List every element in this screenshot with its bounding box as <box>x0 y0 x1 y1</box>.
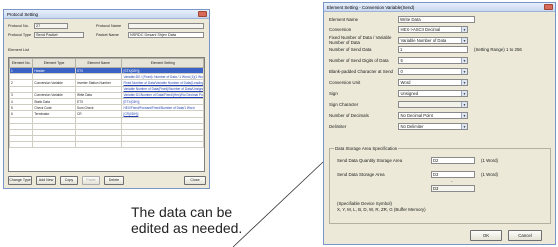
element-setting-link[interactable]: Variable:D0 / (Fixed): Number of Data / … <box>121 73 204 81</box>
column-header[interactable]: Element Type <box>32 58 76 68</box>
send-digits-value: 5 <box>400 58 403 63</box>
protocol-name-field <box>128 23 204 29</box>
sign-label: Sign <box>329 91 338 96</box>
send-qty-label: Send Data Quantity Storage Area <box>337 158 403 163</box>
conversion-select[interactable]: HEX->ASCII Decimal ▼ <box>398 26 468 33</box>
chevron-down-icon[interactable]: ▼ <box>461 102 467 107</box>
element-list-grid[interactable]: Element No. Element Type Element Name El… <box>8 57 205 172</box>
setting-range-text: (Setting Range) 1 to 256 <box>474 47 522 52</box>
element-name-input[interactable]: Write Data <box>398 16 475 23</box>
column-header[interactable]: Element Name <box>74 58 123 68</box>
ok-button[interactable]: OK <box>470 230 502 241</box>
delimiter-label: Delimiter <box>329 124 347 129</box>
grid-header-row: Element No. Element Type Element Name El… <box>9 58 204 68</box>
fixed-variable-label: Fixed Number of Data / Variable Number o… <box>329 35 392 45</box>
decimals-value: No Decimal Point <box>400 113 433 118</box>
element-setting-window: Element Setting - Conversion Variable(Se… <box>323 2 556 245</box>
change-type-button[interactable]: Change Type <box>8 176 32 185</box>
callout-text: The data can be edited as needed. <box>131 204 242 236</box>
sign-character-label: Sign Character <box>329 102 359 107</box>
chevron-down-icon[interactable]: ▼ <box>461 80 467 85</box>
device-note-line1: (Specifiable Device Symbol) <box>337 201 392 206</box>
copy-button[interactable]: Copy <box>60 176 78 185</box>
column-header[interactable]: Element No. <box>9 58 34 68</box>
cancel-button[interactable]: Cancel <box>508 230 542 241</box>
element-name-label: Element Name <box>329 17 359 22</box>
send-qty-unit: (1 Word) <box>481 158 498 163</box>
chevron-down-icon[interactable]: ▼ <box>461 91 467 96</box>
range-separator: - <box>451 179 453 184</box>
decimals-select[interactable]: No Decimal Point ▼ <box>398 112 468 119</box>
add-new-button[interactable]: Add New <box>36 176 56 185</box>
blank-padded-value: 0 <box>400 69 403 74</box>
conversion-value: HEX->ASCII Decimal <box>400 27 441 32</box>
close-button[interactable]: Close <box>184 176 206 185</box>
close-window-icon[interactable] <box>544 4 553 10</box>
delimiter-value: No Delimiter <box>400 124 424 129</box>
column-header[interactable]: Element Setting <box>121 58 204 68</box>
send-storage-end-field: D3 <box>431 185 475 192</box>
device-note-line2: X, Y, M, L, B, D, W, R, ZR, G (Buffer Me… <box>337 207 426 212</box>
callout-line1: The data can be <box>131 204 233 220</box>
chevron-down-icon[interactable]: ▼ <box>461 124 467 129</box>
number-of-send-data-label: Number of Send Data <box>329 47 372 52</box>
send-digits-select[interactable]: 5 ▼ <box>398 57 468 64</box>
close-window-icon[interactable] <box>198 11 207 17</box>
conversion-unit-select[interactable]: Word ▼ <box>398 79 468 86</box>
sign-character-select[interactable]: ▼ <box>398 101 468 108</box>
delete-button[interactable]: Delete <box>104 176 124 185</box>
protocol-type-field: Send Packet <box>34 32 84 38</box>
chevron-down-icon[interactable]: ▼ <box>461 27 467 32</box>
sign-select[interactable]: Unsigned ▼ <box>398 90 468 97</box>
blank-padded-label: Blank-padded Character at Send <box>329 69 393 74</box>
send-storage-unit: (1 Word) <box>481 172 498 177</box>
blank-padded-select[interactable]: 0 ▼ <box>398 68 468 75</box>
fixed-variable-select[interactable]: Variable Number of Data ▼ <box>398 37 468 44</box>
decimals-label: Number of Decimals <box>329 113 369 118</box>
protocol-type-label: Protocol Type <box>8 33 32 37</box>
conversion-unit-value: Word <box>400 80 411 85</box>
delimiter-select[interactable]: No Delimiter ▼ <box>398 123 468 130</box>
element-setting-titlebar: Element Setting - Conversion Variable(Se… <box>324 3 555 12</box>
send-storage-label: Send Data Storage Area <box>337 172 385 177</box>
window-title: Element Setting - Conversion Variable(Se… <box>327 5 415 10</box>
window-title: Protocol Setting <box>7 12 38 17</box>
protocol-setting-window: Protocol Setting Protocol No. 27 Protoco… <box>3 9 210 189</box>
paste-button[interactable]: Paste <box>82 176 100 185</box>
chevron-down-icon[interactable]: ▼ <box>461 113 467 118</box>
packet-name-field[interactable]: NSRDC Desanl Shjex Data <box>128 32 204 38</box>
fixed-variable-value: Variable Number of Data <box>400 38 447 43</box>
protocol-no-label: Protocol No. <box>8 24 29 28</box>
conversion-unit-label: Conversion Unit <box>329 80 361 85</box>
packet-name-label: Packet Name <box>96 33 119 37</box>
chevron-down-icon[interactable]: ▼ <box>461 69 467 74</box>
data-storage-groupbox: Data Storage Area Specification Send Dat… <box>329 146 551 224</box>
conversion-label: Conversion <box>329 27 352 32</box>
send-qty-input[interactable]: D2 <box>431 157 475 164</box>
chevron-down-icon[interactable]: ▼ <box>461 58 467 63</box>
number-of-send-data-input[interactable]: 1 <box>398 46 468 53</box>
sign-value: Unsigned <box>400 91 419 96</box>
element-list-label: Element List <box>8 48 29 52</box>
chevron-down-icon[interactable]: ▼ <box>461 38 467 43</box>
element-setting-link[interactable]: HEX/Fixed/Forward/Fixed/Number of Data/1… <box>121 104 204 112</box>
protocol-name-label: Protocol Name <box>96 24 122 28</box>
callout-line2: edited as needed. <box>131 220 243 236</box>
protocol-setting-titlebar: Protocol Setting <box>4 10 209 19</box>
storage-group-title: Data Storage Area Specification <box>334 146 399 151</box>
table-row[interactable] <box>9 141 204 149</box>
protocol-no-field: 27 <box>34 23 68 29</box>
send-storage-input[interactable]: D3 <box>431 171 475 178</box>
send-digits-label: Number of Send Digits of Data <box>329 58 389 63</box>
